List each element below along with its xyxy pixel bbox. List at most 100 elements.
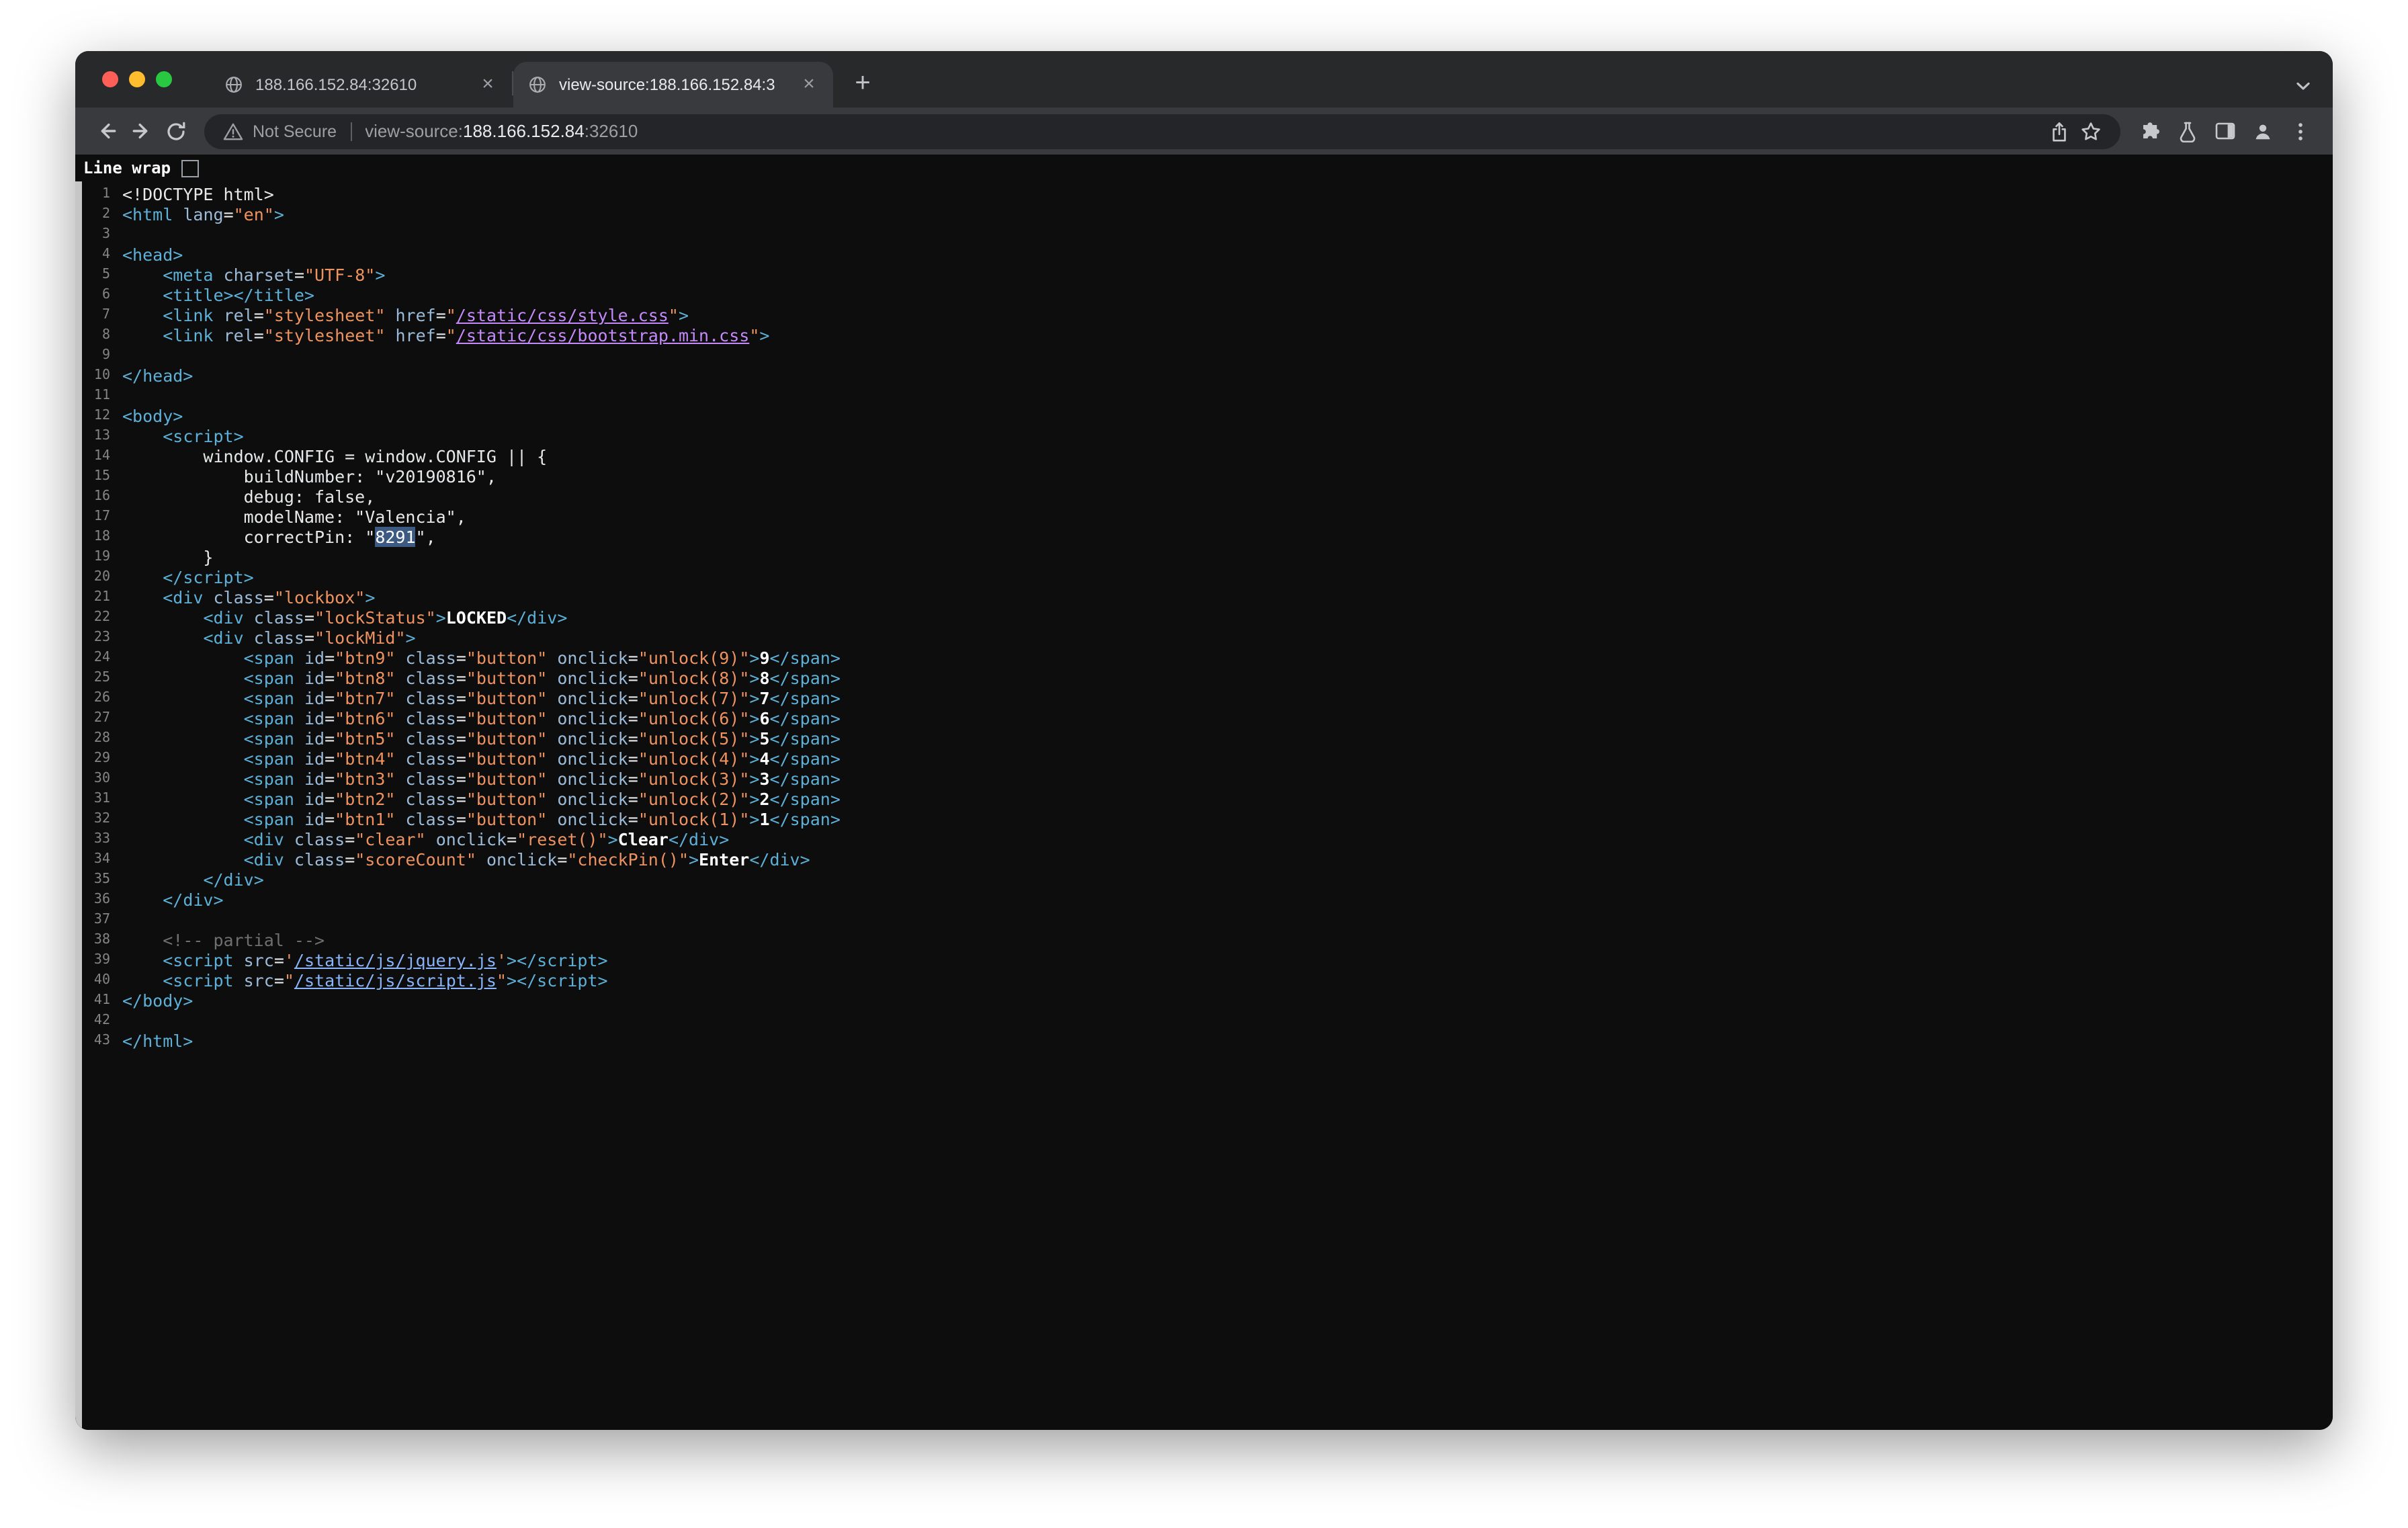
source-line: 37 xyxy=(75,910,2333,930)
code-segment: ></script> xyxy=(507,970,608,990)
side-panel-icon[interactable] xyxy=(2206,114,2244,148)
code-segment xyxy=(284,849,294,869)
code-segment: 3 xyxy=(759,769,769,789)
tab-close-icon[interactable]: × xyxy=(798,74,820,95)
bookmark-star-icon[interactable] xyxy=(2075,115,2107,147)
tab-close-icon[interactable]: × xyxy=(477,74,499,95)
source-line: 2<html lang="en"> xyxy=(75,204,2333,224)
code-segment: > xyxy=(749,809,759,829)
tab-search-chevron-icon[interactable] xyxy=(2295,74,2311,98)
resource-link[interactable]: /static/js/script.js xyxy=(294,970,497,990)
source-line: 32 <span id="btn1" class="button" onclic… xyxy=(75,809,2333,829)
code-segment: </span> xyxy=(770,688,841,708)
code-segment: "button" xyxy=(466,789,547,809)
source-line: 11 xyxy=(75,386,2333,406)
code-segment: "btn4" xyxy=(335,749,395,769)
code-segment: = xyxy=(325,809,335,829)
code-segment: "btn3" xyxy=(335,769,395,789)
code-segment xyxy=(122,970,163,990)
source-line: 33 <div class="clear" onclick="reset()">… xyxy=(75,829,2333,849)
code-segment: "btn7" xyxy=(335,688,395,708)
close-window-button[interactable] xyxy=(102,71,118,87)
code-segment: = xyxy=(628,668,638,688)
code-segment: = xyxy=(628,749,638,769)
code-segment: = xyxy=(456,708,466,728)
code-segment: = xyxy=(254,325,264,345)
code-segment: = xyxy=(325,769,335,789)
code-segment: = xyxy=(325,688,335,708)
code-segment: "unlock(9)" xyxy=(638,648,750,668)
code-segment xyxy=(547,708,557,728)
code-segment: src xyxy=(244,950,274,970)
profile-avatar-icon[interactable] xyxy=(2244,114,2282,148)
code-segment xyxy=(395,769,405,789)
code-segment: <title></title> xyxy=(163,285,314,305)
code-segment xyxy=(122,789,244,809)
code-segment: </div> xyxy=(749,849,810,869)
code-segment: = xyxy=(557,849,567,869)
code-segment xyxy=(122,567,163,587)
source-line: 38 <!-- partial --> xyxy=(75,930,2333,950)
source-line: 13 <script> xyxy=(75,426,2333,446)
code-segment xyxy=(173,204,183,224)
code-segment: 9 xyxy=(759,648,769,668)
code-segment xyxy=(122,426,163,446)
code-segment: <span xyxy=(244,789,294,809)
code-segment xyxy=(294,648,304,668)
source-line: 19 } xyxy=(75,547,2333,567)
address-bar[interactable]: Not Secure view-source:188.166.152.84:32… xyxy=(204,114,2120,148)
code-segment: debug: false, xyxy=(122,486,375,507)
code-segment xyxy=(547,769,557,789)
extensions-puzzle-icon[interactable] xyxy=(2131,114,2169,148)
code-segment: > xyxy=(375,265,385,285)
code-segment: "button" xyxy=(466,708,547,728)
code-segment: onclick xyxy=(557,749,628,769)
menu-kebab-icon[interactable] xyxy=(2282,114,2319,148)
not-secure-label[interactable]: Not Secure xyxy=(253,122,337,140)
code-segment xyxy=(122,325,163,345)
code-segment xyxy=(122,809,244,829)
line-wrap-checkbox[interactable] xyxy=(181,159,199,177)
code-segment xyxy=(385,305,395,325)
code-segment: > xyxy=(436,607,446,628)
code-segment xyxy=(122,930,163,950)
lab-flask-icon[interactable] xyxy=(2169,114,2206,148)
code-segment xyxy=(122,749,244,769)
code-segment xyxy=(395,809,405,829)
code-segment: <head> xyxy=(122,245,183,265)
code-segment: = xyxy=(456,648,466,668)
code-segment: id xyxy=(304,749,325,769)
code-segment xyxy=(122,265,163,285)
resource-link[interactable]: /static/css/bootstrap.min.css xyxy=(456,325,750,345)
reload-button[interactable] xyxy=(159,114,194,148)
code-segment: = xyxy=(456,789,466,809)
source-viewer: Line wrap 1<!DOCTYPE html>2<html lang="e… xyxy=(75,155,2333,1430)
omnibox-divider xyxy=(350,122,351,140)
forward-button[interactable] xyxy=(124,114,159,148)
tab-view-source[interactable]: view-source:188.166.152.84:3 × xyxy=(513,62,833,108)
source-line: 22 <div class="lockStatus">LOCKED</div> xyxy=(75,607,2333,628)
resource-link[interactable]: /static/js/jquery.js xyxy=(294,950,497,970)
source-line: 30 <span id="btn3" class="button" onclic… xyxy=(75,769,2333,789)
code-segment: > xyxy=(679,305,689,325)
code-segment: = xyxy=(264,587,274,607)
code-segment: id xyxy=(304,668,325,688)
code-segment: = xyxy=(456,668,466,688)
back-button[interactable] xyxy=(89,114,124,148)
code-segment: class xyxy=(294,849,345,869)
source-line: 43</html> xyxy=(75,1031,2333,1051)
tab-site[interactable]: 188.166.152.84:32610 × xyxy=(210,62,512,108)
code-segment: <script xyxy=(163,950,233,970)
code-segment xyxy=(122,285,163,305)
source-line: 6 <title></title> xyxy=(75,285,2333,305)
code-segment: "btn2" xyxy=(335,789,395,809)
source-line: 27 <span id="btn6" class="button" onclic… xyxy=(75,708,2333,728)
new-tab-button[interactable]: + xyxy=(844,65,882,102)
resource-link[interactable]: /static/css/style.css xyxy=(456,305,669,325)
code-segment: "checkPin()" xyxy=(567,849,689,869)
zoom-window-button[interactable] xyxy=(156,71,172,87)
minimize-window-button[interactable] xyxy=(129,71,145,87)
code-segment xyxy=(122,769,244,789)
code-segment xyxy=(294,728,304,749)
share-icon[interactable] xyxy=(2042,115,2075,147)
